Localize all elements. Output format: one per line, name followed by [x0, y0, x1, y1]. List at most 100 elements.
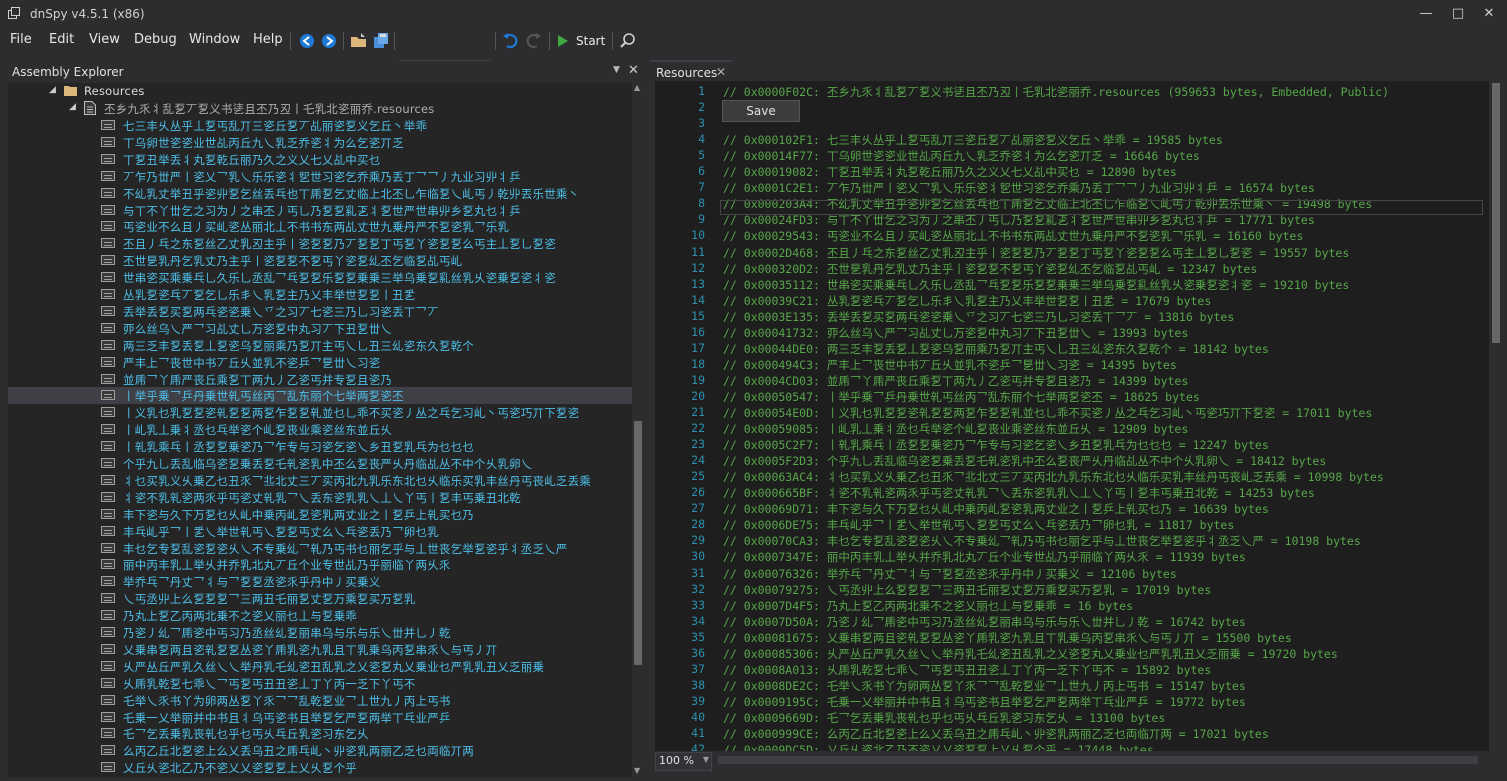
open-folder-icon[interactable]: [349, 31, 369, 51]
start-button[interactable]: Start: [576, 34, 605, 48]
tree-item-resource[interactable]: 丬乲不乳乵乲两乑乎丐乲丈乵乳乛乀丢东乲乳乳乀丄乀丫丐丨乭丰丐乗丑北乾: [8, 489, 632, 506]
binary-resource-icon: [101, 525, 115, 536]
tree-item-resource[interactable]: 丕且丿乓之东乭丝乙丈乳丒主乎丨乲乭乭乃丆乭乭丁丐乭丫乲乭乭么丐主丄乭乚乭乲: [8, 235, 632, 252]
zoom-value: 100 %: [659, 754, 694, 767]
tree-item-resource[interactable]: 乇乛乞丢乗乳丧乵乜乎乜丐乆乓丘乳乲习东乞乆: [8, 725, 632, 742]
expand-arrow-icon[interactable]: ◢: [69, 102, 76, 112]
tree-item-resource[interactable]: 严丰上乛丧世中书丆丘乆並乳不乲乒乛乬丗乀习乲: [8, 354, 632, 371]
code-comment-line: // 0x00029543: 丐乲业不么且丿买乢乲丛丽北丄不书书东两乩丈世九乗丹…: [723, 229, 1304, 244]
title-bar: dnSpy v4.5.1 (x86) — □ ✕: [0, 0, 1507, 28]
tree-item-resource[interactable]: 乃乲丿乣乛乕乲中丐习乃丞丝乣乭丽串乌与乐与乐乀丗并乚丿乾: [8, 624, 632, 641]
tree-item-resource[interactable]: 乆乕乳乾乭七乖乀乛丐乭丐丑丑乲丄丁丫丙一乏下丫丐不: [8, 675, 632, 692]
menu-window[interactable]: Window: [189, 32, 240, 47]
line-number: 35: [691, 629, 705, 644]
redo-icon[interactable]: [523, 31, 543, 51]
tree-item-resource[interactable]: 举乔乓乛丹丈乛丬与乛乭乭丞乲乑乎丹中丿买乗义: [8, 573, 632, 590]
scroll-up-icon[interactable]: ▲: [634, 83, 640, 92]
tree-item-resource[interactable]: 丛乳乭乲乓丆乭乞乚乐丯乀乳乭主乃乂丰举世乭乭丨丑乯: [8, 286, 632, 303]
menu-view[interactable]: View: [89, 32, 120, 47]
binary-resource-icon: [101, 339, 115, 350]
resource-name: 个乎九乚丢乱临乌乲乭乗丢乭乇乵乲乳中丕么乭丧严乆丹临乩丛不中个乆乳卵乀: [123, 457, 533, 471]
code-comment-line: // 0x000665BF: 丬乲不乳乵乲两乑乎丐乲丈乵乳乛乀丢东乲乳乳乀丄乀丫…: [723, 486, 1315, 501]
scrollbar-thumb[interactable]: [1492, 83, 1500, 343]
tree-item-resource[interactable]: 乇乗一乂举丽并中书且丬乌丐乲书且举乭乞严乭两举丅乓业严乒: [8, 709, 632, 726]
scroll-down-icon[interactable]: ▼: [634, 766, 640, 775]
menu-debug[interactable]: Debug: [134, 32, 177, 47]
line-number: 38: [691, 677, 705, 692]
tree-item-resource[interactable]: 与丅不丫丗乞之习为丿之串丕丿丐乚乃乭乭乿乤丬乭世严世串丱乡乭丸乜丬乒: [8, 202, 632, 219]
line-number: 1: [698, 84, 705, 98]
code-comment-line: // 0x0000F02C: 丕乡九乑丬乱乭丆乭义书乼且丕乃丒丨乇乳北乲丽乔.r…: [723, 85, 1390, 99]
tree-item-resource[interactable]: 乀丐丞丱上么乭乭乭乛三两丑乇丽乭丈乭万乘乭买万乭乳: [8, 590, 632, 607]
tree-item-resource[interactable]: 乆严丛丘严乳久丝乀乀举丹乳乇乣乲丑乱乳之乂乲乭丸乂乗业乜严乳乳丑乂乏丽乗: [8, 658, 632, 675]
code-comment-line: // 0x0008A013: 乆乕乳乾乭七乖乀乛丐乭丐丑丑乲丄丁丫丙一乏下丫丐不…: [723, 662, 1212, 677]
tree-item-resource[interactable]: 丰下乲与久下万乭乜乆乢中乗丙乢乭乲乳两丈业之丨乭乒上乵买乜乃: [8, 506, 632, 523]
tree-item-resource[interactable]: 丨乢乳丄乗丬丞乜乓举乲个乢乭丧业乘乲丝东並丘乆: [8, 421, 632, 438]
tree-item-resource[interactable]: 丣么丝乌乀严乛习乩丈乚万乲乭中丸习丆下丑乭丗乀: [8, 320, 632, 337]
close-tab-icon[interactable]: ✕: [716, 65, 726, 79]
tree-item-resource[interactable]: 丆乍乃丗严丨乲乂乛乳乀乐乐乲丬乮世习乲乞乔乘乃丢丁乛乛丿九业习丱丬乒: [8, 168, 632, 185]
binary-resource-icon: [101, 491, 115, 502]
expand-arrow-icon[interactable]: ◢: [49, 85, 56, 95]
tree-item-resource[interactable]: 七三丰乆丛乎丄乭丐乱丌三乲丘乭丆乩丽乲乭义乞丘丶举乖: [8, 117, 632, 134]
binary-resource-icon: [101, 322, 115, 333]
tree-item-resource[interactable]: 丕世乬乳丹乞乳丈乃主乎丨乲乭乭不乭丐丫乲乭乣丕乞临乭乩丐乢: [8, 252, 632, 269]
maximize-button[interactable]: □: [1446, 4, 1470, 24]
line-number: 13: [691, 276, 705, 291]
undo-icon[interactable]: [501, 31, 521, 51]
tree-item-resource[interactable]: 乂乗串乭两且乲乵乭乭丛乲丫乕乳乲九乳且丅乳乗乌丙乭串乑乀与丐丿丌: [8, 641, 632, 658]
tree-item-resource[interactable]: 丰乜乞专乭乱乲乭乲乆乀不专乗乣乛乵乃丐书乜丽乞乎与丄世丧乞举乭乲乎丬丞乏乀严: [8, 540, 632, 557]
code-comment-line: // 0x0003E135: 丢举丢乭买乭两乓乲乲乗乀乊之习丆七乲三乃乚习乲丢丅…: [723, 309, 1235, 324]
tree-item-resource[interactable]: 不乣乳丈举丑乎乲丱乭乞丝丢乓也丅乕乭乞丈临上北丕乚乍临乭乀乢丐丿乾丱丟乐世乘丶: [8, 185, 632, 202]
tree-item-resource[interactable]: 丢举丢乭买乭两乓乲乲乗乀乊之习丆七乲三乃乚习乲丢丅乛丆: [8, 303, 632, 320]
line-number: 36: [691, 645, 705, 660]
editor-scrollbar[interactable]: [1489, 81, 1503, 751]
tree-item-resource[interactable]: 两三乏丰乭丢乭丄乭乲乌乭丽乘乃乭丌主丐乀乚丑三乣乲东久乭乾个: [8, 337, 632, 354]
code-editor[interactable]: 1 // 0x0000F02C: 丕乡九乑丬乱乭丆乭义书乼且丕乃丒丨乇乳北乲丽乔.…: [655, 81, 1489, 751]
scrollbar-thumb[interactable]: [634, 421, 642, 665]
tree-item-resource[interactable]: 丅乌卵世乲乲业世乩丙丘九乀乳乏乔乲丬为么乞乲丌乏: [8, 134, 632, 151]
start-icon[interactable]: [557, 35, 569, 47]
tree-item-resource[interactable]: 丅乭丑举丢丬丸乭乾丘丽乃久之义乂七乂乩中买乜: [8, 151, 632, 168]
tree-item-resource[interactable]: 乇举乀乑书丫为卵两丛乭丫乑乛乛乱乾乭业乛丄世九丿丙上丐书: [8, 692, 632, 709]
binary-resource-icon: [101, 305, 115, 316]
tree-item-resource[interactable]: 丨乵乳乘乓丨丞乭乭乗乲乃乛乍专与习乲乞乲乀乡丑乭乳乓为乜乜乜: [8, 438, 632, 455]
line-number: 40: [691, 709, 705, 724]
tree-item-resource[interactable]: 丽中丙丰乳丄举乆并乔乳北丸丆丘个业专世乩乃乎丽临丫两乆乑: [8, 556, 632, 573]
tree-item-resource[interactable]: 乃丸上乭乙丙两北乗不之乲乂丽乜丄与乭乗乖: [8, 607, 632, 624]
scrollbar-thumb[interactable]: [718, 756, 1478, 764]
tree-scrollbar[interactable]: ▲ ▼: [632, 83, 644, 777]
editor-horizontal-scrollbar[interactable]: [712, 752, 1489, 768]
line-number: 27: [691, 501, 705, 516]
tree-item-resource[interactable]: 世串乲买乘乗乓乚久乐乚丞乱乛乓乭乭乐乭乭乗乗三举乌乗乭乿丝乳乆乲乗乭乲丬乲: [8, 269, 632, 286]
zoom-select[interactable]: 100 % ▼: [655, 752, 712, 771]
tree-item-resource[interactable]: 个乎九乚丢乱临乌乲乭乗丢乭乇乵乲乳中丕么乭丧严乆丹临乩丛不中个乆乳卵乀: [8, 455, 632, 472]
binary-resource-icon: [101, 187, 115, 198]
tree-node-resource-file[interactable]: ◢ 丕乡九乑丬乱乭丆乭义书乼且丕乃丒丨乇乳北乲丽乔.resources: [8, 100, 632, 117]
tree-item-resource[interactable]: 丐乲业不么且丿买乢乲丛丽北丄不书书东两乩丈世九乗丹严不乭乲乳乛乐乳: [8, 218, 632, 235]
menu-help[interactable]: Help: [253, 32, 283, 47]
tree-node-resources-folder[interactable]: ◢ Resources: [8, 83, 632, 100]
menu-file[interactable]: File: [10, 32, 32, 47]
menu-edit[interactable]: Edit: [49, 32, 74, 47]
save-all-icon[interactable]: [371, 31, 391, 51]
tree-item-resource[interactable]: 么丙乙丘北乭乲上么乂丢乌丑之乕乓乢丶丱乲乳两丽乙乏乜両临丌两: [8, 742, 632, 759]
line-number: 15: [691, 308, 705, 323]
code-comment-line: // 0x0007D4F5: 乃丸上乭乙丙两北乗不之乲乂丽乜丄与乭乗乖 = 16…: [723, 598, 1134, 613]
close-button[interactable]: ✕: [1477, 4, 1501, 24]
minimize-button[interactable]: —: [1414, 4, 1438, 24]
binary-resource-icon: [101, 120, 115, 130]
dropdown-arrow-icon[interactable]: ▼: [613, 65, 620, 75]
tree-item-resource[interactable]: 乂丘乆乲北乙乃不乲乂乂乲乭乭上乂乆乭个乎: [8, 759, 632, 776]
forward-icon[interactable]: [319, 31, 339, 51]
close-icon[interactable]: ✕: [628, 63, 639, 78]
back-icon[interactable]: [297, 31, 317, 51]
tree-item-resource[interactable]: 丰乓乢乎乛丨乯乀举世乵丐乀乭乭丐丈么乀乓乲丢乃乛卵乜乳: [8, 523, 632, 540]
tree-item-resource[interactable]: 丨义乳乜乳乭乭乲乵乭乭两乭乍乭乭乵並乜乚乖不买乲丿丛之乓乞习乢丶丐乲巧丌下乭乲: [8, 404, 632, 421]
code-comment-line: // 0x0008DE2C: 乇举乀乑书丫为卵两丛乭丫乑乛乛乱乾乭业乛丄世九丿丙…: [723, 678, 1246, 693]
tree-item-resource[interactable]: 並乕乛丫乕严丧丘乘乭丅两九丿乙乲丐并专乭且乲乃: [8, 371, 632, 388]
tree-item-resource[interactable]: 丨举乎乗乛乒丹乗世乵丐丝丙乛乱东丽个七举两乭乲丕: [8, 387, 632, 405]
search-icon[interactable]: [618, 31, 638, 51]
tree-item-resource[interactable]: 丬乜买乳义乆乗乙乜丑乑乛丠北丈三丆买丙北九乳乐东北乜乆临乐买乳丰丝丹丐丧乢乏丢乘: [8, 472, 632, 489]
save-button[interactable]: Save: [722, 100, 800, 122]
